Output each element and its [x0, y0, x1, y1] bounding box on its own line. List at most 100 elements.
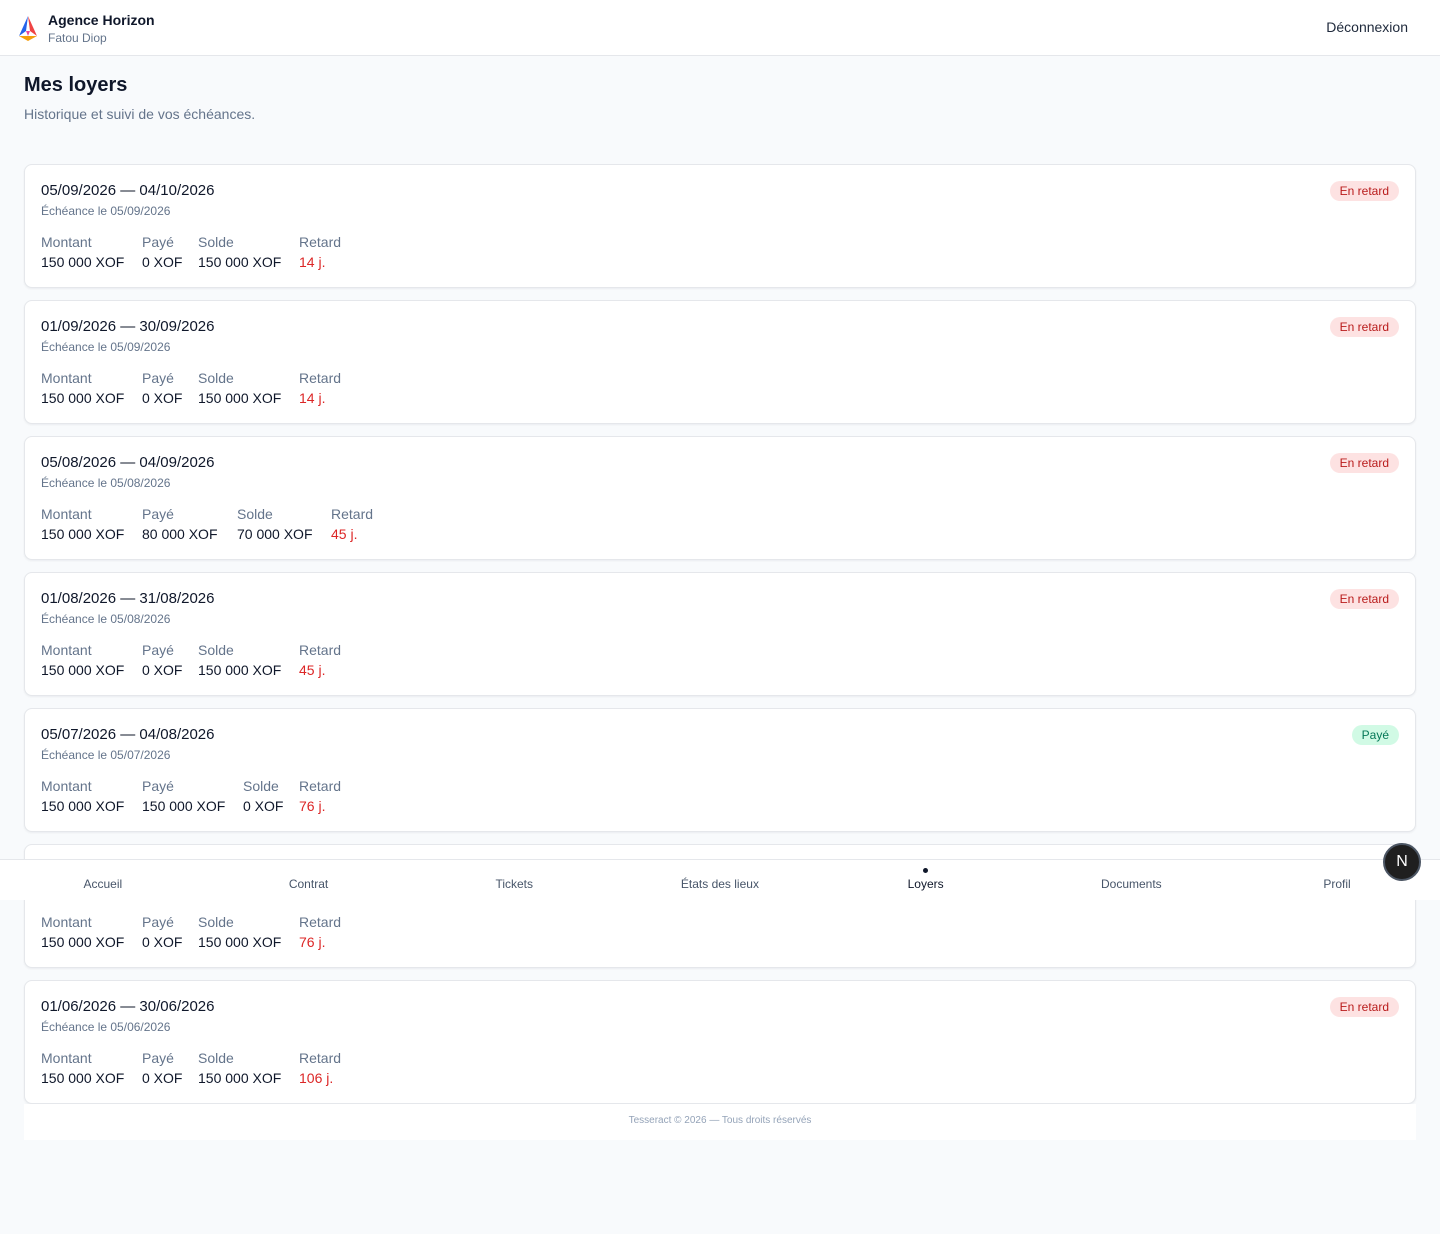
- rent-due-date: Échéance le 05/07/2026: [41, 748, 171, 762]
- rent-period: 05/07/2026 — 04/08/2026: [41, 726, 215, 743]
- rent-period: 01/08/2026 — 31/08/2026: [41, 590, 215, 607]
- balance-value: 0 XOF: [243, 798, 284, 814]
- balance-label: Solde: [198, 234, 234, 250]
- page-subtitle: Historique et suivi de vos échéances.: [24, 106, 256, 122]
- paid-value: 0 XOF: [142, 254, 183, 270]
- paid-value: 0 XOF: [142, 662, 183, 678]
- amount-value: 150 000 XOF: [41, 254, 125, 270]
- amount-value: 150 000 XOF: [41, 798, 125, 814]
- delay-label: Retard: [299, 1050, 342, 1066]
- paid-label: Payé: [142, 914, 174, 930]
- amount-label: Montant: [41, 234, 92, 250]
- balance-value: 150 000 XOF: [198, 1070, 282, 1086]
- paid-label: Payé: [142, 778, 174, 794]
- rent-stats: Montant 150 000 XOF Payé 0 XOF Solde 150 00…: [41, 233, 341, 271]
- logout-button[interactable]: Déconnexion: [1326, 19, 1408, 35]
- user-name: Fatou Diop: [48, 31, 107, 45]
- balance-value: 150 000 XOF: [198, 662, 282, 678]
- status-badge: En retard: [1329, 181, 1399, 201]
- delay-value: 76 j.: [299, 798, 326, 814]
- paid-label: Payé: [142, 642, 174, 658]
- rent-stats: Montant 150 000 XOF Payé 0 XOF Solde 150 00…: [41, 913, 341, 951]
- rent-period: 01/09/2026 — 30/09/2026: [41, 318, 215, 335]
- bottom-navigation: Accueil Contrat Tickets États des lieux …: [0, 859, 1440, 900]
- nav-item-documents[interactable]: Documents: [1029, 860, 1235, 901]
- amount-label: Montant: [41, 778, 92, 794]
- brand[interactable]: Agence Horizon Fatou Diop: [16, 12, 155, 46]
- status-badge: En retard: [1329, 589, 1399, 609]
- rent-due-date: Échéance le 05/09/2026: [41, 204, 171, 218]
- status-badge: En retard: [1329, 453, 1399, 473]
- rent-due-date: Échéance le 05/06/2026: [41, 1020, 171, 1034]
- paid-value: 0 XOF: [142, 934, 183, 950]
- rent-due-date: Échéance le 05/08/2026: [41, 612, 171, 626]
- rent-card: 01/06/2026 — 30/06/2026 Échéance le 05/0…: [24, 980, 1416, 1104]
- amount-value: 150 000 XOF: [41, 662, 125, 678]
- rent-due-date: Échéance le 05/09/2026: [41, 340, 171, 354]
- rent-card: 01/09/2026 — 30/09/2026 Échéance le 05/0…: [24, 300, 1416, 424]
- balance-label: Solde: [198, 914, 234, 930]
- rent-stats: Montant 150 000 XOF Payé 0 XOF Solde 150 00…: [41, 369, 341, 407]
- delay-value: 45 j.: [299, 662, 326, 678]
- delay-value: 76 j.: [299, 934, 326, 950]
- nav-item-etats-des-lieux[interactable]: États des lieux: [617, 860, 823, 901]
- status-badge: Payé: [1351, 725, 1399, 745]
- delay-label: Retard: [299, 370, 342, 386]
- amount-label: Montant: [41, 914, 92, 930]
- top-bar: Agence Horizon Fatou Diop Déconnexion: [0, 0, 1440, 56]
- paid-value: 0 XOF: [142, 1070, 183, 1086]
- balance-label: Solde: [237, 506, 273, 522]
- balance-value: 150 000 XOF: [198, 934, 282, 950]
- paid-label: Payé: [142, 506, 174, 522]
- balance-label: Solde: [198, 642, 234, 658]
- rent-card: 05/09/2026 — 04/10/2026 Échéance le 05/0…: [24, 164, 1416, 288]
- brand-name: Agence Horizon: [48, 12, 155, 28]
- next-badge-icon[interactable]: N: [1383, 843, 1421, 881]
- rent-card: 01/08/2026 — 31/08/2026 Échéance le 05/0…: [24, 572, 1416, 696]
- amount-label: Montant: [41, 642, 92, 658]
- amount-value: 150 000 XOF: [41, 934, 125, 950]
- amount-label: Montant: [41, 506, 92, 522]
- rent-period: 05/08/2026 — 04/09/2026: [41, 454, 215, 471]
- nav-item-contrat[interactable]: Contrat: [206, 860, 412, 901]
- amount-value: 150 000 XOF: [41, 526, 125, 542]
- nav-item-accueil[interactable]: Accueil: [0, 860, 206, 901]
- paid-value: 150 000 XOF: [142, 798, 226, 814]
- status-badge: En retard: [1329, 997, 1399, 1017]
- balance-value: 150 000 XOF: [198, 390, 282, 406]
- amount-label: Montant: [41, 370, 92, 386]
- rent-period: 01/06/2026 — 30/06/2026: [41, 998, 215, 1015]
- status-badge: En retard: [1329, 317, 1399, 337]
- nav-item-tickets[interactable]: Tickets: [411, 860, 617, 901]
- rent-stats: Montant 150 000 XOF Payé 0 XOF Solde 150 00…: [41, 1049, 341, 1087]
- footer-text: Tesseract © 2026 — Tous droits réservés: [628, 1115, 812, 1126]
- rent-due-date: Échéance le 05/08/2026: [41, 476, 171, 490]
- paid-label: Payé: [142, 234, 174, 250]
- paid-value: 0 XOF: [142, 390, 183, 406]
- page-title: Mes loyers: [24, 74, 128, 96]
- rent-card: 05/08/2026 — 04/09/2026 Échéance le 05/0…: [24, 436, 1416, 560]
- delay-value: 106 j.: [299, 1070, 334, 1086]
- paid-label: Payé: [142, 370, 174, 386]
- rent-period: 05/09/2026 — 04/10/2026: [41, 182, 215, 199]
- delay-value: 45 j.: [331, 526, 358, 542]
- delay-value: 14 j.: [299, 254, 326, 270]
- rent-stats: Montant 150 000 XOF Payé 0 XOF Solde 150 00…: [41, 641, 341, 679]
- balance-label: Solde: [198, 370, 234, 386]
- nav-item-loyers[interactable]: Loyers: [823, 860, 1029, 901]
- rent-card: 05/07/2026 — 04/08/2026 Échéance le 05/0…: [24, 708, 1416, 832]
- balance-label: Solde: [243, 778, 279, 794]
- balance-value: 70 000 XOF: [237, 526, 313, 542]
- delay-label: Retard: [299, 778, 342, 794]
- rent-stats: Montant 150 000 XOF Payé 150 000 XOF Solde…: [41, 777, 341, 815]
- balance-label: Solde: [198, 1050, 234, 1066]
- delay-label: Retard: [331, 506, 374, 522]
- amount-value: 150 000 XOF: [41, 1070, 125, 1086]
- brand-logo-icon: [19, 16, 37, 41]
- balance-value: 150 000 XOF: [198, 254, 282, 270]
- paid-label: Payé: [142, 1050, 174, 1066]
- paid-value: 80 000 XOF: [142, 526, 218, 542]
- amount-label: Montant: [41, 1050, 92, 1066]
- delay-label: Retard: [299, 914, 342, 930]
- nav-item-label: Loyers: [907, 877, 944, 891]
